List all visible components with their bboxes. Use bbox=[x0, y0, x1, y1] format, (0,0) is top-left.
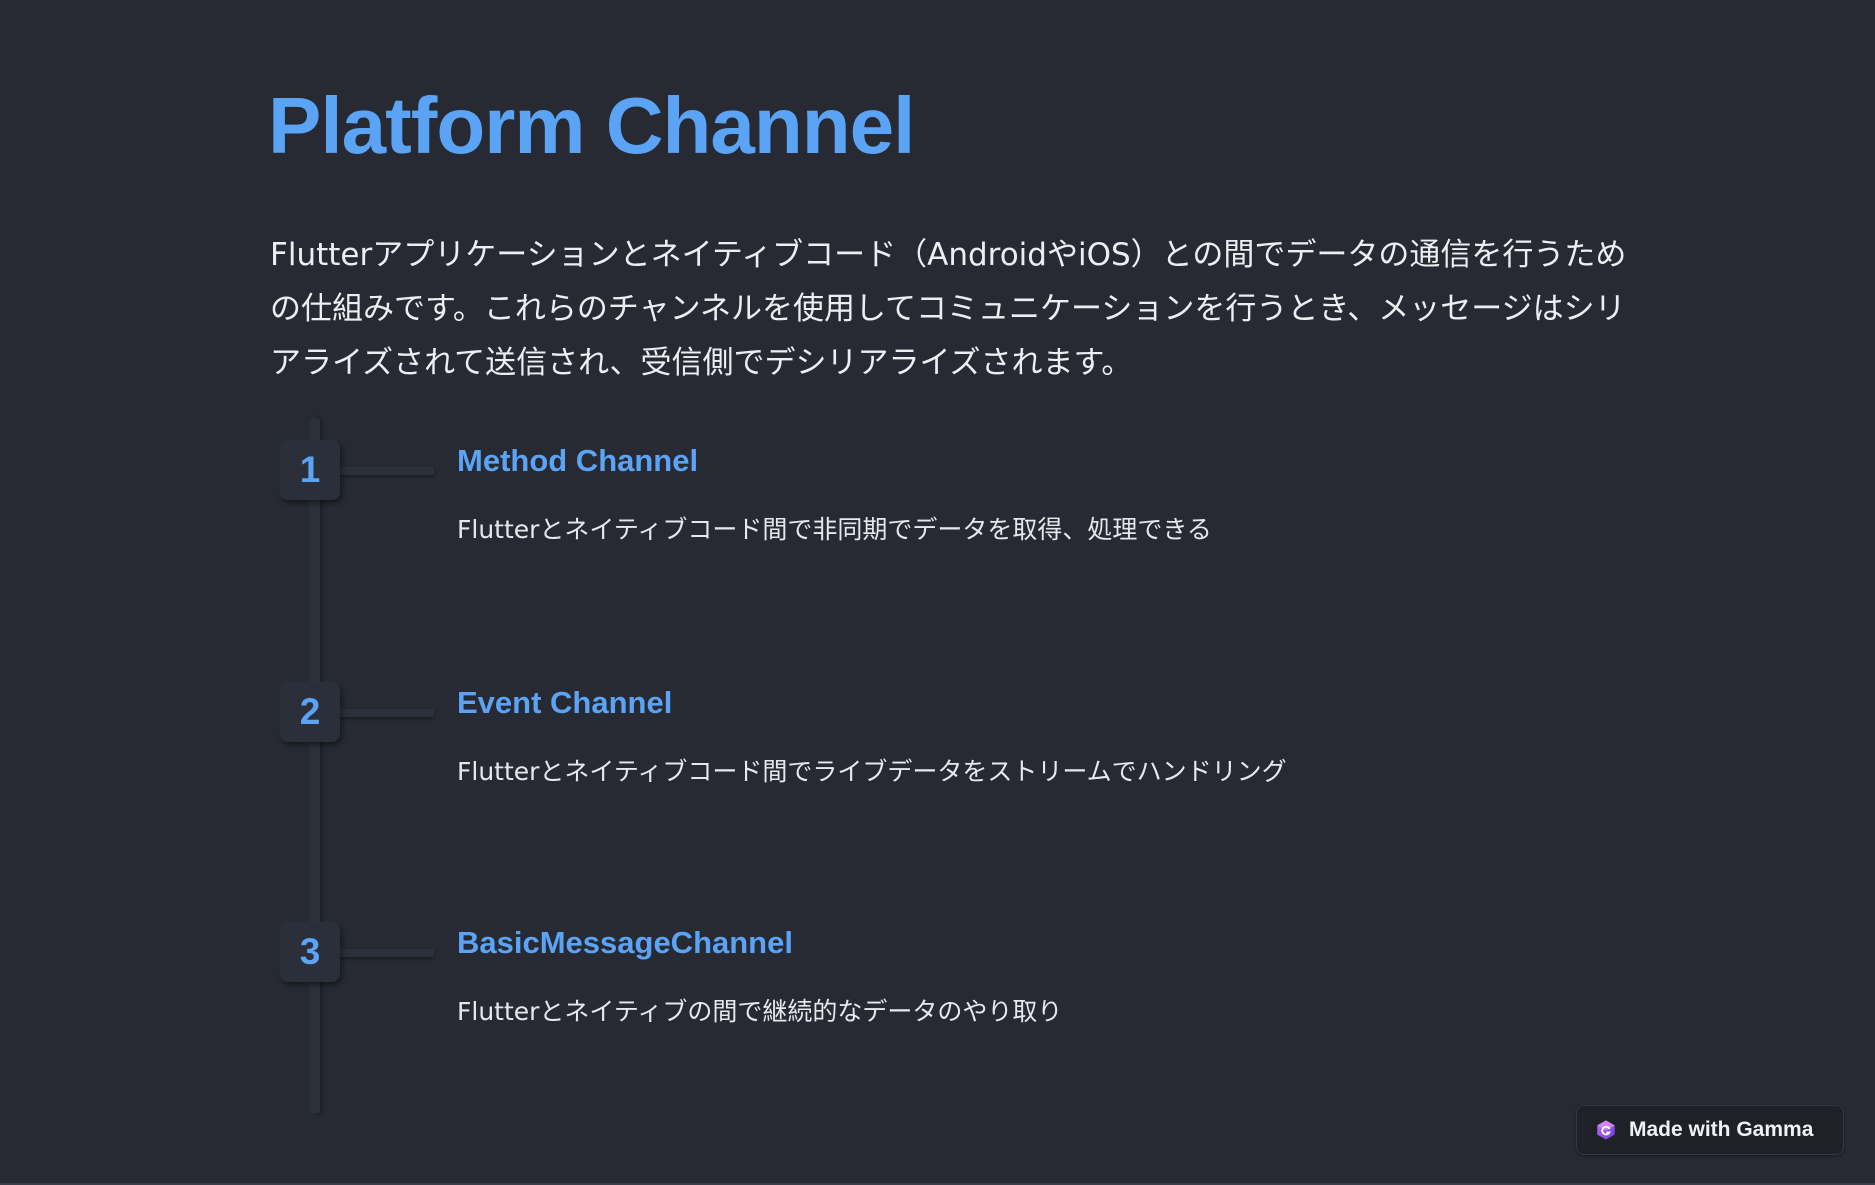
step-description: Flutterとネイティブコード間でライブデータをストリームでハンドリング bbox=[457, 757, 1287, 786]
step-title: Event Channel bbox=[457, 685, 673, 720]
page-title: Platform Channel bbox=[268, 81, 915, 170]
step-number: 1 bbox=[280, 440, 340, 500]
step-title: BasicMessageChannel bbox=[457, 925, 793, 960]
made-with-gamma-badge[interactable]: Made with Gamma bbox=[1576, 1105, 1844, 1155]
step-number: 3 bbox=[280, 922, 340, 982]
intro-paragraph: Flutterアプリケーションとネイティブコード（AndroidやiOS）との間… bbox=[270, 237, 1627, 381]
step-connector bbox=[340, 709, 434, 717]
gamma-logo-icon bbox=[1597, 1120, 1615, 1140]
timeline: 1 Method Channel Flutterとネイティブコード間で非同期でデ… bbox=[270, 418, 1570, 1113]
slide: Platform Channel Flutterアプリケーションとネイティブコー… bbox=[0, 0, 1875, 1185]
step-description: Flutterとネイティブコード間で非同期でデータを取得、処理できる bbox=[457, 515, 1212, 544]
step-number: 2 bbox=[280, 682, 340, 742]
step-connector bbox=[340, 949, 434, 957]
timeline-step-basic-message-channel: 3 BasicMessageChannel Flutterとネイティブの間で継続… bbox=[270, 900, 1570, 1100]
step-description: Flutterとネイティブの間で継続的なデータのやり取り bbox=[457, 997, 1063, 1026]
timeline-step-method-channel: 1 Method Channel Flutterとネイティブコード間で非同期でデ… bbox=[270, 418, 1570, 618]
timeline-step-event-channel: 2 Event Channel Flutterとネイティブコード間でライブデータ… bbox=[270, 660, 1570, 860]
badge-label: Made with Gamma bbox=[1629, 1118, 1814, 1141]
step-connector bbox=[340, 467, 434, 475]
step-title: Method Channel bbox=[457, 443, 699, 478]
